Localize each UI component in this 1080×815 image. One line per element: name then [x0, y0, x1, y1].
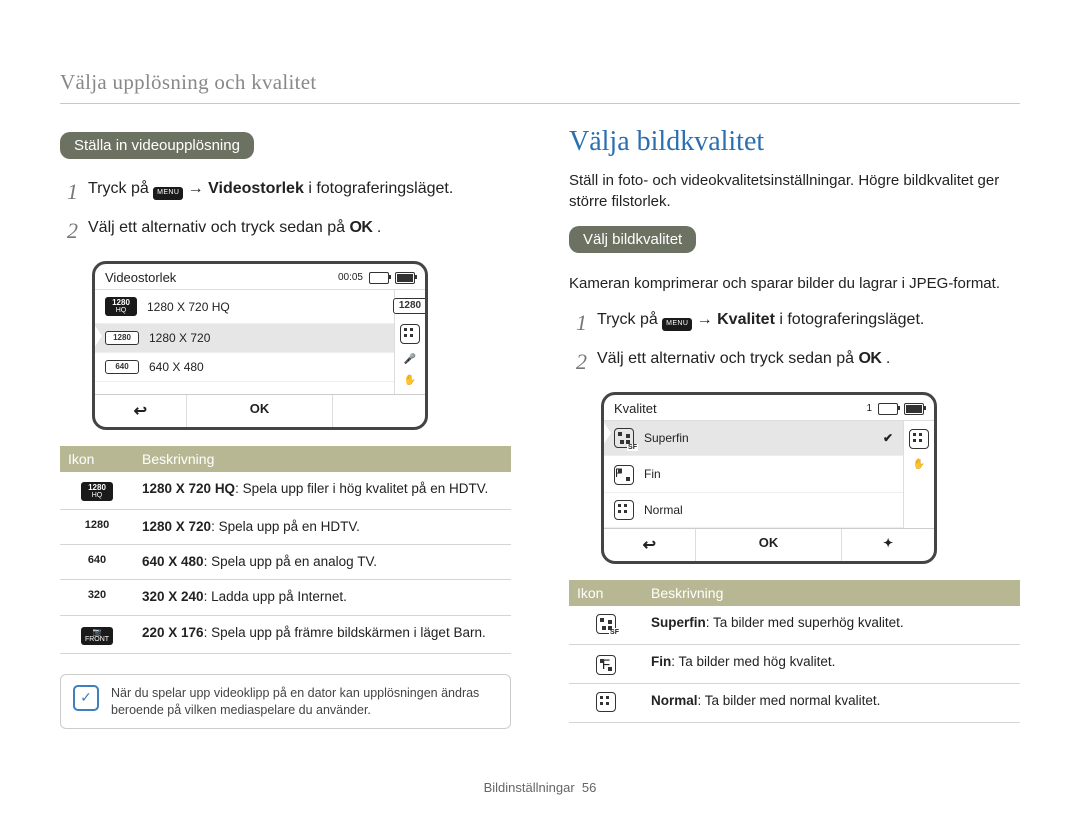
step-bold: Videostorlek: [208, 180, 304, 197]
step-list: 1 Tryck på MENU → Kvalitet i fotograferi…: [569, 308, 1020, 378]
note-icon: ✓: [73, 685, 99, 711]
resolution-badge: 1280 HQ: [105, 297, 137, 316]
arrow-text: →: [697, 311, 717, 328]
table-row: F Fin: Ta bilder med hög kvalitet.: [569, 645, 1020, 684]
step-text: .: [886, 350, 890, 367]
mic-icon: 🎤: [404, 354, 416, 365]
list-item-label: Superfin: [644, 431, 689, 445]
intro-paragraph: Ställ in foto- och videokvalitetsinställ…: [569, 170, 1020, 212]
step-1: 1 Tryck på MENU → Videostorlek i fotogra…: [60, 177, 511, 208]
two-column-layout: Ställa in videoupplösning 1 Tryck på MEN…: [60, 132, 1020, 729]
table-row: 640 640 X 480: Spela upp på en analog TV…: [60, 545, 511, 580]
left-column: Ställa in videoupplösning 1 Tryck på MEN…: [60, 132, 511, 729]
back-button[interactable]: [604, 529, 696, 561]
screen-sidebar-icons: 1280 🎤 ✋: [395, 290, 425, 394]
resolution-badge: 1280: [105, 331, 139, 345]
step-number: 1: [569, 306, 587, 339]
step-bold: Kvalitet: [717, 311, 775, 328]
page: Välja upplösning och kvalitet Ställa in …: [0, 0, 1080, 815]
screen-title: Videostorlek: [105, 270, 176, 285]
count: 1: [866, 403, 872, 414]
memory-icon: [369, 272, 389, 284]
ok-icon: OK: [349, 219, 372, 236]
flash-icon: [883, 535, 893, 550]
table-row: SF Superfin: Ta bilder med superhög kval…: [569, 606, 1020, 645]
quality-icon: [400, 324, 420, 344]
normal-icon: [596, 692, 616, 712]
note-text: När du spelar upp videoklipp på en dator…: [111, 685, 498, 719]
step-text: Välj ett alternativ och tryck sedan på: [597, 350, 858, 367]
video-size-table: Ikon Beskrivning 1280HQ 1280 X 720 HQ: S…: [60, 446, 511, 654]
arrow-text: →: [188, 180, 208, 197]
list-item-label: Normal: [644, 503, 683, 517]
check-icon: ✔: [883, 431, 893, 445]
sidebar-res-icon: 1280: [393, 298, 427, 314]
step-text: i fotograferingsläget.: [779, 311, 924, 328]
list-item-label: 1280 X 720: [149, 331, 210, 345]
list-item-label: 1280 X 720 HQ: [147, 300, 230, 314]
running-head: Välja upplösning och kvalitet: [60, 70, 1020, 104]
subheading-pill: Välj bildkvalitet: [569, 226, 696, 253]
camera-screen: Kvalitet 1 SF Superfin ✔: [601, 392, 937, 564]
quality-table: Ikon Beskrivning SF Superfin: Ta bilder …: [569, 580, 1020, 723]
menu-icon: MENU: [153, 187, 183, 200]
menu-icon: MENU: [662, 318, 692, 331]
quality-icon: [614, 500, 634, 520]
screen-sidebar-icons: ✋: [904, 421, 934, 528]
ok-button[interactable]: OK: [696, 529, 843, 561]
footer-section: Bildinställningar: [484, 780, 575, 795]
step-list: 1 Tryck på MENU → Videostorlek i fotogra…: [60, 177, 511, 247]
step-2: 2 Välj ett alternativ och tryck sedan på…: [569, 347, 1020, 378]
table-row: 📷FRONT 220 X 176: Spela upp på främre bi…: [60, 615, 511, 653]
resolution-badge: 640: [105, 360, 139, 374]
step-text: Tryck på: [88, 180, 153, 197]
ok-button[interactable]: OK: [187, 395, 334, 427]
camera-screen: Videostorlek 00:05 1280 HQ: [92, 261, 428, 430]
step-1: 1 Tryck på MENU → Kvalitet i fotograferi…: [569, 308, 1020, 339]
footer-page-number: 56: [582, 780, 596, 795]
battery-icon: [904, 403, 924, 415]
step-number: 2: [569, 345, 587, 378]
table-row: 1280HQ 1280 X 720 HQ: Spela upp filer i …: [60, 472, 511, 510]
table-row: 1280 1280 X 720: Spela upp på en HDTV.: [60, 510, 511, 545]
blank-button: [333, 395, 425, 427]
right-column: Välja bildkvalitet Ställ in foto- och vi…: [569, 132, 1020, 729]
fine-icon: F: [596, 655, 616, 675]
table-header-icon: Ikon: [569, 580, 643, 606]
memory-icon: [878, 403, 898, 415]
step-number: 2: [60, 214, 78, 247]
step-number: 1: [60, 175, 78, 208]
subheading-pill: Ställa in videoupplösning: [60, 132, 254, 159]
table-row: Normal: Ta bilder med normal kvalitet.: [569, 684, 1020, 723]
step-text: .: [377, 219, 381, 236]
back-button[interactable]: [95, 395, 187, 427]
page-footer: Bildinställningar 56: [0, 780, 1080, 795]
section-title: Välja bildkvalitet: [569, 126, 1020, 158]
table-header-desc: Beskrivning: [134, 446, 511, 472]
paragraph: Kameran komprimerar och sparar bilder du…: [569, 273, 1020, 294]
back-arrow-icon: [643, 538, 656, 553]
table-row: 320 320 X 240: Ladda upp på Internet.: [60, 580, 511, 615]
screen-time: 00:05: [338, 272, 363, 283]
table-header-desc: Beskrivning: [643, 580, 1020, 606]
battery-icon: [395, 272, 415, 284]
flash-button[interactable]: [842, 529, 934, 561]
step-text: i fotograferingsläget.: [308, 180, 453, 197]
list-item-label: Fin: [644, 467, 661, 481]
step-text: Välj ett alternativ och tryck sedan på: [88, 219, 349, 236]
quality-icon: [909, 429, 929, 449]
quality-icon: F: [614, 463, 634, 485]
ois-icon: ✋: [404, 375, 416, 386]
back-arrow-icon: [134, 404, 147, 419]
step-text: Tryck på: [597, 311, 662, 328]
ok-icon: OK: [858, 350, 881, 367]
table-header-icon: Ikon: [60, 446, 134, 472]
screen-title: Kvalitet: [614, 401, 657, 416]
quality-icon: SF: [614, 428, 634, 448]
list-item-label: 640 X 480: [149, 360, 204, 374]
ois-icon: ✋: [913, 459, 925, 470]
superfine-icon: SF: [596, 614, 616, 634]
note-box: ✓ När du spelar upp videoklipp på en dat…: [60, 674, 511, 730]
step-2: 2 Välj ett alternativ och tryck sedan på…: [60, 216, 511, 247]
